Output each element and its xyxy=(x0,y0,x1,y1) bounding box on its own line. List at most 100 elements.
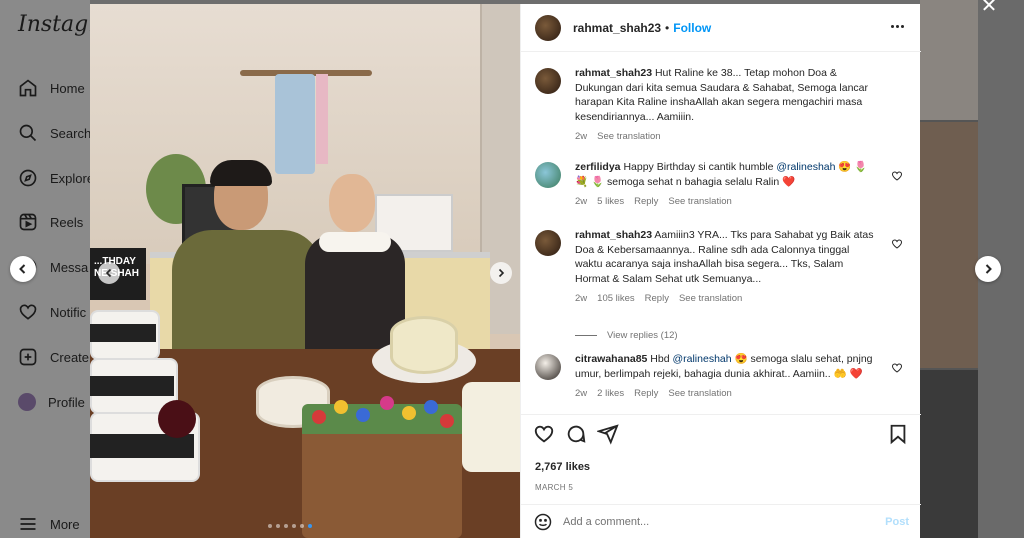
photo-cloth xyxy=(316,74,328,164)
see-translation-link[interactable]: See translation xyxy=(597,130,660,145)
sidebar-item-home[interactable]: Home xyxy=(18,76,85,100)
background-thumbnail xyxy=(920,122,978,368)
comments-list[interactable]: rahmat_shah23 Hut Raline ke 38... Tetap … xyxy=(521,52,921,414)
emoji-icon[interactable] xyxy=(533,512,553,532)
reply-button[interactable]: Reply xyxy=(634,387,658,402)
home-icon xyxy=(19,79,37,97)
photo-person-woman xyxy=(305,168,405,354)
heart-icon[interactable] xyxy=(891,362,903,374)
chevron-right-icon xyxy=(498,268,505,278)
background-thumbnail xyxy=(920,0,978,120)
comment-likes[interactable]: 105 likes xyxy=(597,292,635,307)
heart-icon[interactable] xyxy=(891,238,903,250)
post-side-panel: rahmat_shah23 • Follow rahmat_shah23 Hut… xyxy=(520,4,921,538)
comment-age: 2w xyxy=(575,293,588,304)
sidebar-item-create[interactable]: Create xyxy=(18,345,89,369)
share-icon[interactable] xyxy=(597,423,619,445)
post-author-name[interactable]: rahmat_shah23 xyxy=(573,21,661,35)
reels-icon xyxy=(19,213,37,231)
see-translation-link[interactable]: See translation xyxy=(668,387,731,402)
photo-cake-flowers xyxy=(302,404,462,538)
comment-age: 2w xyxy=(575,388,588,399)
view-replies-label: View replies (12) xyxy=(607,330,678,341)
avatar[interactable] xyxy=(535,68,561,94)
sidebar-item-reels[interactable]: Reels xyxy=(18,210,83,234)
mention-link[interactable]: @ralineshah xyxy=(776,161,835,173)
carousel-dot xyxy=(292,524,296,528)
photo-flower xyxy=(380,396,394,410)
photo-flower xyxy=(402,406,416,420)
chevron-left-icon xyxy=(105,268,112,278)
photo-flower xyxy=(334,400,348,414)
sidebar-item-label: Home xyxy=(50,80,85,96)
comment-username[interactable]: citrawahana85 xyxy=(575,353,647,365)
post-comment-button[interactable]: Post xyxy=(885,516,909,528)
sidebar-item-label: Create xyxy=(50,349,90,365)
sidebar-item-search[interactable]: Search xyxy=(18,121,91,145)
photo-flower xyxy=(440,414,454,428)
photo-prev-button[interactable] xyxy=(98,262,120,284)
next-post-button[interactable] xyxy=(975,256,1001,282)
sidebar-item-explore[interactable]: Explore xyxy=(18,166,94,190)
sidebar-item-more[interactable]: More xyxy=(18,512,80,536)
comment-item: zerfilidya Happy Birthday si cantik humb… xyxy=(535,160,907,210)
sidebar-item-label: Messa xyxy=(50,259,89,275)
previous-post-button[interactable] xyxy=(10,256,36,282)
comment-input[interactable] xyxy=(563,515,863,528)
menu-icon xyxy=(20,518,36,530)
post-date: MARCH 5 xyxy=(535,483,574,492)
comment-icon[interactable] xyxy=(565,423,587,445)
compass-icon xyxy=(19,169,37,187)
avatar[interactable] xyxy=(535,14,561,41)
heart-icon[interactable] xyxy=(891,170,903,182)
photo-cake-white xyxy=(390,316,458,374)
view-replies-button[interactable]: View replies (12) xyxy=(575,330,678,341)
comment-username[interactable]: rahmat_shah23 xyxy=(575,67,652,79)
sidebar-item-label: Notific xyxy=(50,304,87,320)
sidebar-item-label: Reels xyxy=(50,214,84,230)
reply-button[interactable]: Reply xyxy=(634,195,658,210)
close-icon[interactable]: ✕ xyxy=(978,0,1000,16)
post-photo: ...THDAYNE SHAH xyxy=(90,4,520,538)
avatar[interactable] xyxy=(535,162,561,188)
see-translation-link[interactable]: See translation xyxy=(679,292,742,307)
post-modal: ...THDAYNE SHAH rahmat_shah23 • Follow xyxy=(90,4,921,538)
comment-text: Happy Birthday si cantik humble xyxy=(623,161,777,173)
post-actions: 2,767 likes MARCH 5 xyxy=(521,414,921,508)
see-translation-link[interactable]: See translation xyxy=(668,195,731,210)
comment-likes[interactable]: 2 likes xyxy=(597,387,624,402)
sidebar-item-profile[interactable]: Profile xyxy=(18,390,85,414)
carousel-dot xyxy=(300,524,304,528)
carousel-indicator xyxy=(268,524,312,528)
plus-square-icon xyxy=(19,348,37,366)
comment-age: 2w xyxy=(575,131,588,142)
chevron-left-icon xyxy=(19,264,26,274)
divider xyxy=(575,335,597,336)
photo-flower xyxy=(312,410,326,424)
comment-age: 2w xyxy=(575,196,588,207)
mention-link[interactable]: @ralineshah xyxy=(672,353,731,365)
heart-icon xyxy=(19,304,37,320)
avatar[interactable] xyxy=(535,354,561,380)
comment-text: Hbd xyxy=(650,353,673,365)
carousel-dot xyxy=(308,524,312,528)
comment-likes[interactable]: 5 likes xyxy=(597,195,624,210)
reply-button[interactable]: Reply xyxy=(645,292,669,307)
avatar[interactable] xyxy=(535,230,561,256)
follow-button[interactable]: Follow xyxy=(673,21,711,35)
carousel-dot xyxy=(276,524,280,528)
photo-cloth xyxy=(275,74,315,174)
photo-rose xyxy=(158,400,196,438)
sidebar-item-label: Profile xyxy=(48,394,85,410)
heart-icon[interactable] xyxy=(533,423,555,445)
likes-count[interactable]: 2,767 likes xyxy=(535,461,590,473)
comment-username[interactable]: rahmat_shah23 xyxy=(575,229,652,241)
comment-item: citrawahana85 Hbd @ralineshah 😍 semoga s… xyxy=(535,352,907,402)
photo-next-button[interactable] xyxy=(490,262,512,284)
bookmark-icon[interactable] xyxy=(887,423,909,445)
background-thumbnail xyxy=(920,370,978,538)
more-options-icon[interactable] xyxy=(887,18,907,34)
sidebar-item-notifications[interactable]: Notific xyxy=(18,300,86,324)
comment-username[interactable]: zerfilidya xyxy=(575,161,621,173)
search-icon xyxy=(19,124,37,142)
